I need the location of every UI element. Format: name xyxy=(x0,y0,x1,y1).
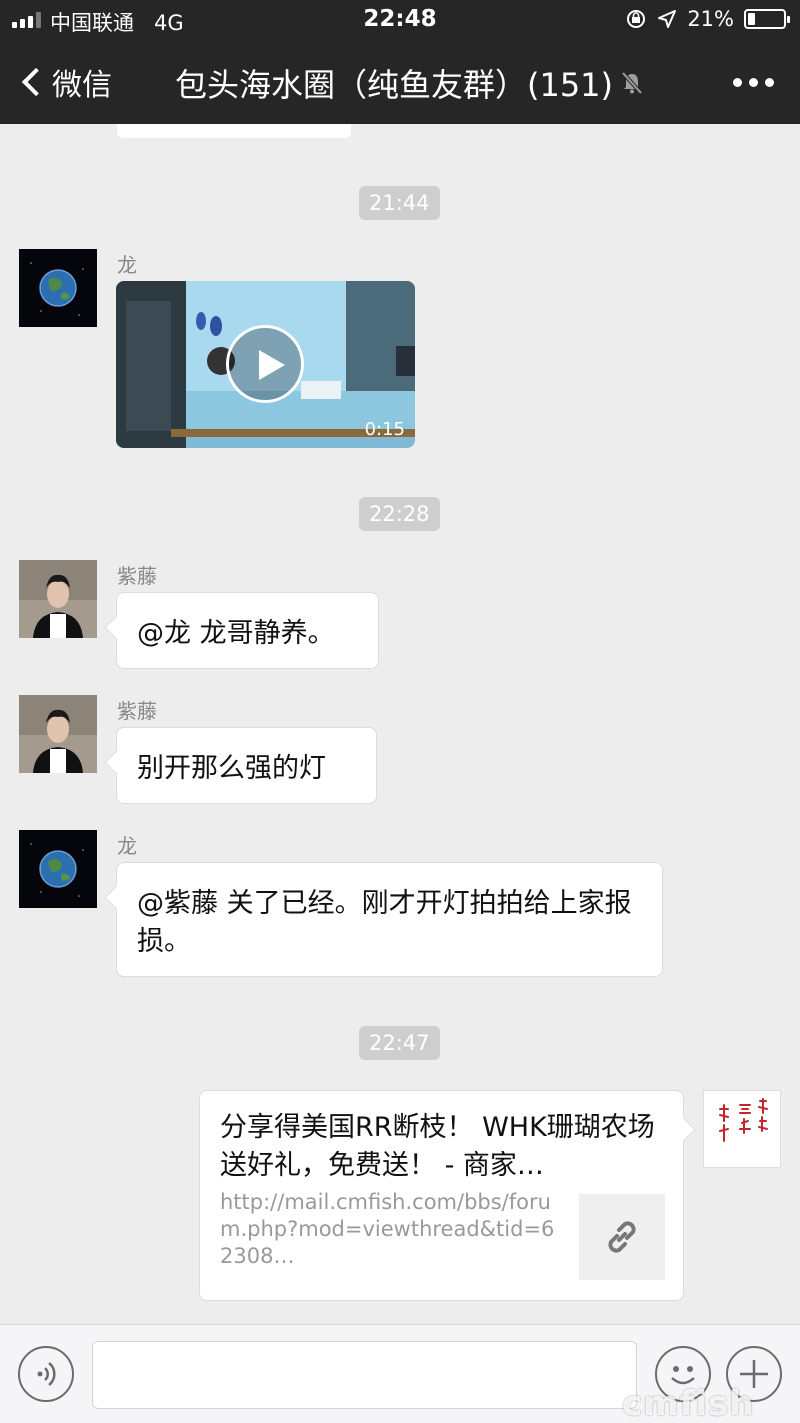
calligraphy-avatar-icon xyxy=(704,1091,780,1167)
sender-name: 紫藤 xyxy=(117,699,157,723)
chat-title: 包头海水圈（纯鱼友群）(151) xyxy=(174,66,614,104)
message-text: @龙 龙哥静养。 xyxy=(137,618,335,649)
link-url: http://mail.cmfish.com/bbs/forum.php?mod… xyxy=(220,1190,555,1268)
top-bar: 中国联通 4G 22:48 21% 微信 包头海水圈（纯鱼友群）(151) xyxy=(0,0,800,124)
play-icon[interactable] xyxy=(226,325,304,403)
voice-button[interactable] xyxy=(18,1346,74,1402)
avatar[interactable] xyxy=(19,560,97,638)
chat-title-wrap: 包头海水圈（纯鱼友群）(151) xyxy=(150,60,670,106)
location-icon xyxy=(658,10,677,28)
message-text: 别开那么强的灯 xyxy=(137,753,326,784)
link-icon xyxy=(608,1221,636,1253)
link-card-message[interactable]: 分享得美国RR断枝！ WHK珊瑚农场送好礼，免费送！ - 商家… http://… xyxy=(199,1090,684,1301)
battery-icon xyxy=(744,9,790,29)
dot-icon xyxy=(749,78,758,87)
sender-name: 龙 xyxy=(117,253,137,277)
message-bubble[interactable]: 别开那么强的灯 xyxy=(116,727,377,804)
earth-avatar-icon xyxy=(19,830,97,908)
more-options-button[interactable] xyxy=(733,78,774,87)
back-button[interactable]: 微信 xyxy=(18,60,112,104)
status-indicators: 21% xyxy=(625,7,790,31)
earth-avatar-icon xyxy=(19,249,97,327)
avatar[interactable] xyxy=(19,695,97,773)
message-input[interactable] xyxy=(92,1341,637,1409)
back-label: 微信 xyxy=(52,68,112,103)
mute-bell-icon xyxy=(621,71,643,95)
timestamp-badge: 22:28 xyxy=(359,497,440,531)
link-title: 分享得美国RR断枝！ WHK珊瑚农场送好礼，免费送！ - 商家… xyxy=(220,1112,655,1181)
video-message[interactable]: 0:15 xyxy=(116,281,415,448)
battery-percent: 21% xyxy=(687,7,734,31)
watermark: cmfish xyxy=(622,1384,755,1423)
chat-area[interactable]: 21:44 龙 0:15 22:28 紫藤 @龙 龙哥静养。 紫藤 别开那么强的… xyxy=(0,124,800,1324)
rotation-lock-icon xyxy=(627,10,646,28)
video-duration: 0:15 xyxy=(364,419,405,440)
link-thumbnail xyxy=(579,1194,665,1280)
chat-header: 微信 包头海水圈（纯鱼友群）(151) xyxy=(0,40,800,124)
message-bubble[interactable]: @紫藤 关了已经。刚才开灯拍拍给上家报损。 xyxy=(116,862,663,977)
dot-icon xyxy=(733,78,742,87)
dot-icon xyxy=(765,78,774,87)
sender-name: 紫藤 xyxy=(117,564,157,588)
avatar[interactable] xyxy=(703,1090,781,1168)
timestamp-badge: 21:44 xyxy=(359,186,440,220)
avatar[interactable] xyxy=(19,249,97,327)
message-text: @紫藤 关了已经。刚才开灯拍拍给上家报损。 xyxy=(137,888,632,957)
battery-fill xyxy=(748,13,755,25)
status-bar: 中国联通 4G 22:48 21% xyxy=(0,0,800,40)
previous-message-bubble[interactable] xyxy=(117,124,351,138)
person-avatar-icon xyxy=(19,560,97,638)
avatar[interactable] xyxy=(19,830,97,908)
message-bubble[interactable]: @龙 龙哥静养。 xyxy=(116,592,379,669)
person-avatar-icon xyxy=(19,695,97,773)
voice-icon xyxy=(37,1362,56,1386)
sender-name: 龙 xyxy=(117,834,137,858)
chevron-left-icon xyxy=(21,67,51,97)
timestamp-badge: 22:47 xyxy=(359,1026,440,1060)
